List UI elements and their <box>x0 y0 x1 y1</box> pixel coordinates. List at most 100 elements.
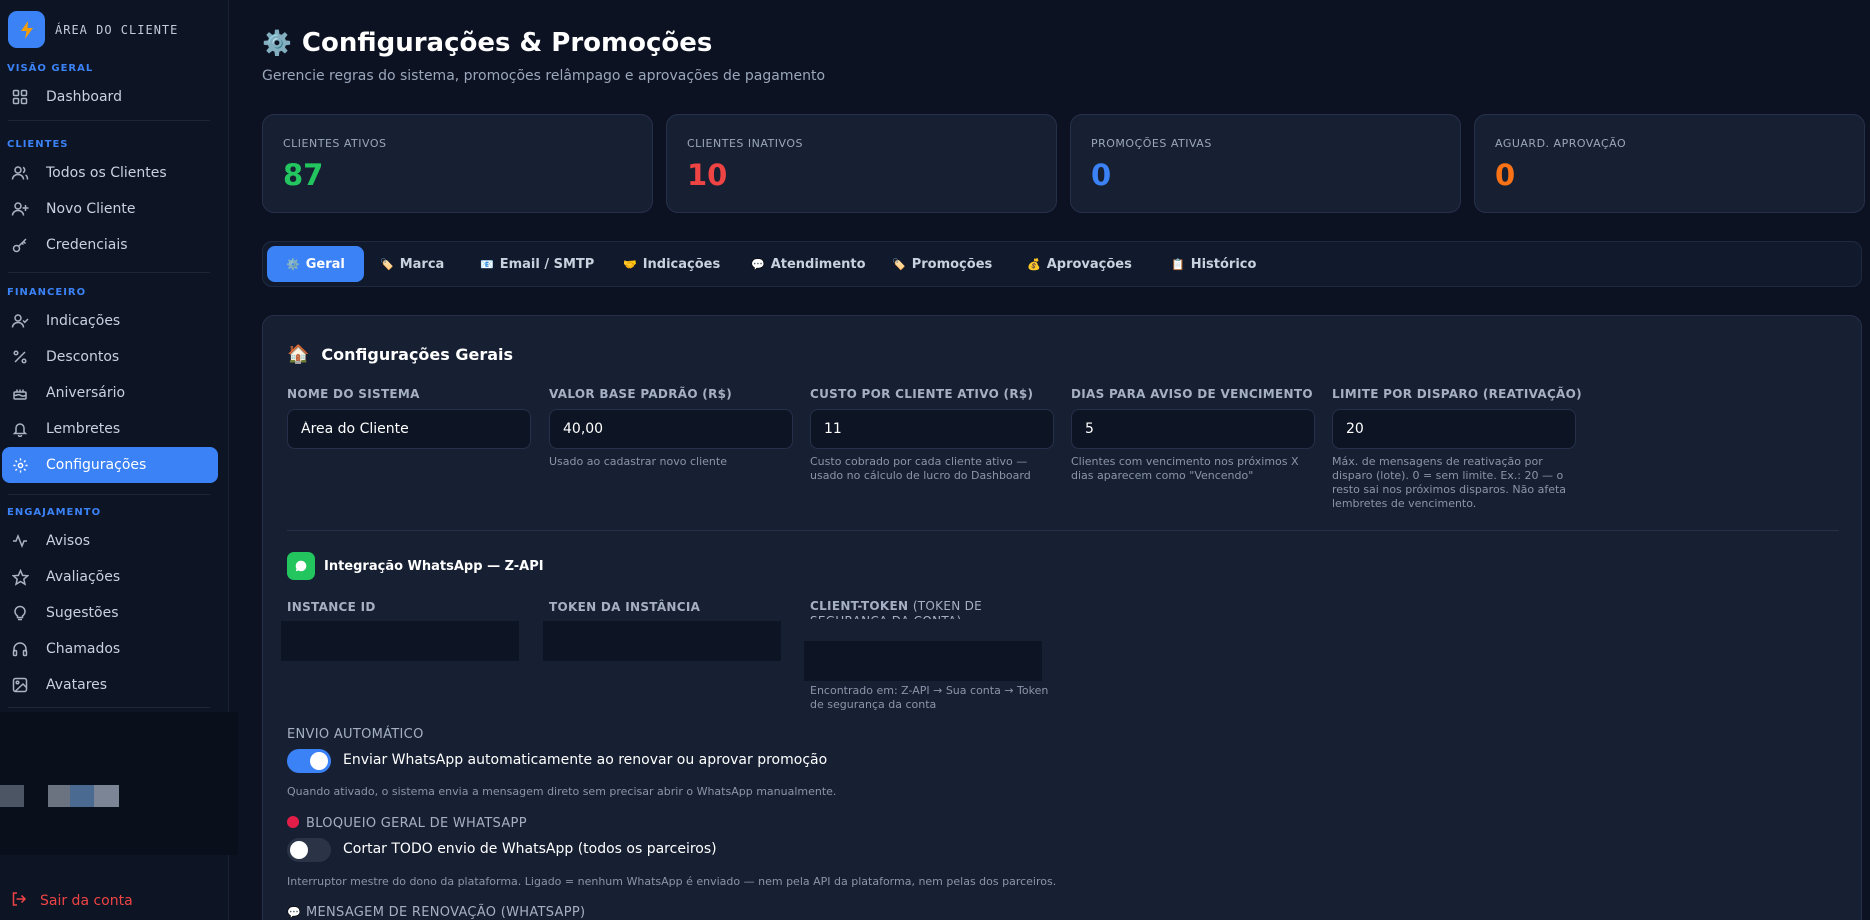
tab-label: Atendimento <box>770 256 866 272</box>
nav-divider <box>8 494 210 495</box>
redacted-block <box>94 785 119 807</box>
sidebar-item-todos-os-clientes[interactable]: Todos os Clientes <box>2 155 218 191</box>
field-label-custo-cliente: CUSTO POR CLIENTE ATIVO (R$) <box>810 387 1034 401</box>
settings-panel: 🏠 Configurações Gerais NOME DO SISTEMA V… <box>262 315 1862 920</box>
sidebar-item-label: Dashboard <box>46 89 122 105</box>
sidebar-item-configuracoes[interactable]: Configurações <box>2 447 218 483</box>
auto-send-toggle[interactable] <box>287 749 331 773</box>
dispatch-limit-input[interactable] <box>1332 409 1576 449</box>
field-label-limite-disparo: LIMITE POR DISPARO (REATIVAÇÃO) <box>1332 387 1582 401</box>
tab-historico[interactable]: 📋 Histórico <box>1152 246 1275 282</box>
field-label-instance-id: INSTANCE ID <box>287 600 376 614</box>
sidebar-item-label: Avaliações <box>46 569 121 585</box>
base-value-input[interactable] <box>549 409 793 449</box>
logout-label: Sair da conta <box>40 893 133 909</box>
sidebar-item-dashboard[interactable]: Dashboard <box>2 79 218 115</box>
sidebar-item-chamados[interactable]: Chamados <box>2 631 218 667</box>
field-help: Encontrado em: Z-API → Sua conta → Token… <box>810 684 1049 711</box>
tab-promocoes[interactable]: 🏷️ Promoções <box>873 246 1011 282</box>
tab-email-smtp[interactable]: 📧 Email / SMTP <box>461 246 613 282</box>
sidebar-item-lembretes[interactable]: Lembretes <box>2 411 218 447</box>
sidebar-item-credenciais[interactable]: Credenciais <box>2 227 218 263</box>
block-whatsapp-toggle[interactable] <box>287 838 331 862</box>
sidebar-item-aniversario[interactable]: Aniversário <box>2 375 218 411</box>
field-label-valor-base: VALOR BASE PADRÃO (R$) <box>549 387 733 401</box>
brand[interactable]: ÁREA DO CLIENTE <box>8 11 178 48</box>
due-warning-days-input[interactable] <box>1071 409 1315 449</box>
tag-icon: 🏷️ <box>892 257 906 271</box>
renewal-label: MENSAGEM DE RENOVAÇÃO (WHATSAPP) <box>306 905 586 920</box>
lightning-icon <box>8 11 45 48</box>
section-divider <box>287 530 1839 531</box>
system-name-input[interactable] <box>287 409 531 449</box>
section-title-whatsapp: Integração WhatsApp — Z-API <box>287 552 544 580</box>
tab-indicacoes[interactable]: 🤝 Indicações <box>604 246 739 282</box>
sidebar-item-label: Lembretes <box>46 421 121 437</box>
sidebar-item-label: Descontos <box>46 349 120 365</box>
section-title-text: Integração WhatsApp — Z-API <box>324 558 544 574</box>
house-icon: 🏠 <box>287 344 310 365</box>
sidebar-item-label: Credenciais <box>46 237 128 253</box>
stat-label: PROMOÇÕES ATIVAS <box>1091 137 1212 150</box>
field-label-token: TOKEN DA INSTÂNCIA <box>549 600 701 614</box>
sidebar-item-avaliacoes[interactable]: Avaliações <box>2 559 218 595</box>
key-icon <box>11 236 29 254</box>
sidebar-item-sugestoes[interactable]: Sugestões <box>2 595 218 631</box>
tab-label: Promoções <box>911 256 993 272</box>
field-help: Máx. de mensagens de reativação por disp… <box>1332 455 1567 510</box>
sidebar: ÁREA DO CLIENTE VISÃO GERAL Dashboard CL… <box>0 0 238 920</box>
stat-card-aguard-aprovacao: AGUARD. APROVAÇÃO 0 <box>1474 114 1865 213</box>
section-title-general: 🏠 Configurações Gerais <box>287 344 513 365</box>
redacted-block <box>48 785 70 807</box>
gear-icon: ⚙️ <box>286 257 300 271</box>
percent-icon <box>11 348 29 366</box>
client-token-input[interactable] <box>804 641 1042 681</box>
tab-aprovacoes[interactable]: 💰 Aprovações <box>1008 246 1151 282</box>
tab-marca[interactable]: 🏷️ Marca <box>361 246 463 282</box>
whatsapp-icon <box>287 552 315 580</box>
redacted-block <box>70 785 94 807</box>
field-label-bloqueio: BLOQUEIO GERAL DE WHATSAPP <box>287 816 527 831</box>
user-check-icon <box>11 312 29 330</box>
brand-title: ÁREA DO CLIENTE <box>55 22 179 37</box>
nav-section-visao-geral: VISÃO GERAL <box>7 63 94 74</box>
stat-card-promocoes-ativas: PROMOÇÕES ATIVAS 0 <box>1070 114 1461 213</box>
sidebar-item-novo-cliente[interactable]: Novo Cliente <box>2 191 218 227</box>
instance-token-input[interactable] <box>543 621 781 661</box>
cost-per-client-input[interactable] <box>810 409 1054 449</box>
stat-label: AGUARD. APROVAÇÃO <box>1495 137 1627 150</box>
auto-send-toggle-text: Enviar WhatsApp automaticamente ao renov… <box>343 752 828 768</box>
tab-atendimento[interactable]: 💬 Atendimento <box>732 246 885 282</box>
tab-bar: ⚙️ Geral 🏷️ Marca 📧 Email / SMTP 🤝 Indicaçõe… <box>262 241 1862 287</box>
client-token-label: CLIENT-TOKEN <box>810 599 909 613</box>
tab-label: Aprovações <box>1046 256 1132 272</box>
users-icon <box>11 164 29 182</box>
stat-value: 0 <box>1091 158 1112 192</box>
field-label-nome-sistema: NOME DO SISTEMA <box>287 387 420 401</box>
stat-card-clientes-ativos: CLIENTES ATIVOS 87 <box>262 114 653 213</box>
sidebar-item-descontos[interactable]: Descontos <box>2 339 218 375</box>
image-icon <box>11 676 29 694</box>
sidebar-item-avisos[interactable]: Avisos <box>2 523 218 559</box>
nav-divider <box>8 707 210 708</box>
tab-label: Marca <box>399 256 445 272</box>
user-plus-icon <box>11 200 29 218</box>
logout-icon <box>11 891 27 911</box>
sidebar-item-label: Chamados <box>46 641 121 657</box>
page-title: ⚙️ Configurações & Promoções <box>262 28 825 58</box>
sidebar-item-avatares[interactable]: Avatares <box>2 667 218 703</box>
tab-label: Histórico <box>1190 256 1257 272</box>
logout-button[interactable]: Sair da conta <box>2 888 133 914</box>
sidebar-item-label: Indicações <box>46 313 121 329</box>
tab-geral[interactable]: ⚙️ Geral <box>267 246 364 282</box>
instance-id-input[interactable] <box>281 621 519 661</box>
stat-value: 0 <box>1495 158 1516 192</box>
sidebar-item-indicacoes[interactable]: Indicações <box>2 303 218 339</box>
field-help: Usado ao cadastrar novo cliente <box>549 455 727 468</box>
handshake-icon: 🤝 <box>623 257 637 271</box>
star-icon <box>11 568 29 586</box>
field-help: Custo cobrado por cada cliente ativo — u… <box>810 455 1031 482</box>
lightbulb-icon <box>11 604 29 622</box>
toggle-knob <box>310 752 328 770</box>
field-label-envio-automatico: ENVIO AUTOMÁTICO <box>287 727 424 742</box>
